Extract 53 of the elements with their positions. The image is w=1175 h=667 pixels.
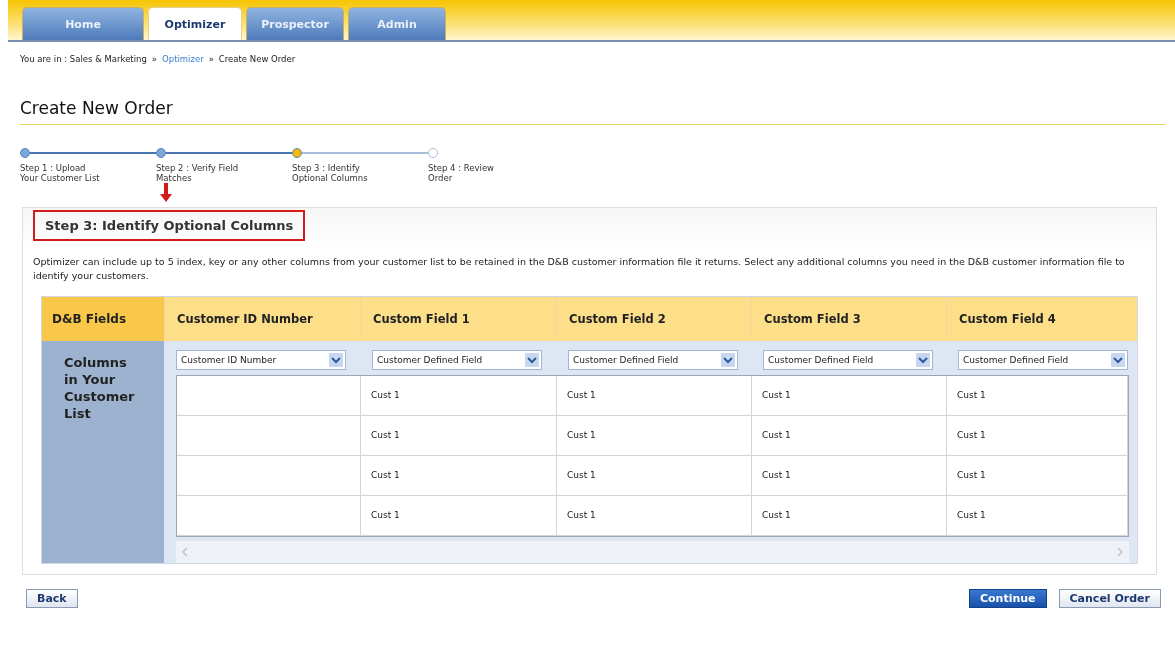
section-description: Optimizer can include up to 5 index, key or any other columns from your customer list to be retained in the D&B customer information file it returns. Select any additional columns you need in the D&B customer information file to identify your customers. <box>33 255 1126 282</box>
horizontal-scrollbar[interactable] <box>176 540 1129 563</box>
column-header: Custom Field 4 <box>946 296 1137 341</box>
scroll-left-icon[interactable] <box>180 545 190 558</box>
column-dropdown[interactable]: Customer Defined Field <box>372 349 542 370</box>
section-title: Step 3: Identify Optional Columns <box>33 210 306 242</box>
table-cell: Cust 1 <box>361 375 557 416</box>
table-cell: Cust 1 <box>947 495 1128 536</box>
step-label: Step 1 : Upload Your Customer List <box>20 163 101 184</box>
caret-icon <box>721 352 735 367</box>
table-cell: Cust 1 <box>752 455 947 496</box>
column-dropdown[interactable]: Customer ID Number <box>176 349 346 370</box>
breadcrumb-text: You are in : Sales & Marketing <box>20 54 147 64</box>
table-cell: Cust 1 <box>947 375 1128 416</box>
scroll-right-icon[interactable] <box>1115 545 1125 558</box>
breadcrumb-separator: » <box>151 54 158 64</box>
page-title: Create New Order <box>20 98 1165 125</box>
column-header: Custom Field 2 <box>556 296 751 341</box>
table-cell: Cust 1 <box>557 495 752 536</box>
table-cell: Cust 1 <box>947 455 1128 496</box>
caret-icon <box>1111 352 1125 367</box>
table-cell: Cust 1 <box>361 495 557 536</box>
column-dropdown[interactable]: Customer Defined Field <box>958 349 1128 370</box>
column-dropdown[interactable]: Customer Defined Field <box>763 349 933 370</box>
step-label: Step 2 : Verify Field Matches <box>156 163 240 184</box>
cancel-order-button[interactable]: Cancel Order <box>1058 588 1161 608</box>
row-group-label: Columns in Your Customer List <box>42 340 164 563</box>
continue-button[interactable]: Continue <box>968 588 1047 608</box>
column-header: Customer ID Number <box>164 296 360 341</box>
column-dropdown[interactable]: Customer Defined Field <box>568 349 738 370</box>
caret-icon <box>329 352 343 367</box>
table-cell: Cust 1 <box>557 415 752 456</box>
back-button[interactable]: Back <box>26 588 78 608</box>
breadcrumb-separator: » <box>208 54 214 64</box>
breadcrumb-link[interactable]: Optimizer <box>162 54 204 64</box>
table-cell: Cust 1 <box>947 415 1128 456</box>
table-cell: Cust 1 <box>752 495 947 536</box>
table-cell: Cust 1 <box>557 455 752 496</box>
table-cell: Cust 1 <box>752 375 947 416</box>
corner-header: D&B Fields <box>42 296 164 341</box>
caret-icon <box>916 352 930 367</box>
table-cell: Cust 1 <box>361 415 557 456</box>
table-cell: Cust 1 <box>557 375 752 416</box>
column-header: Custom Field 3 <box>751 296 946 341</box>
table-cell: Cust 1 <box>752 415 947 456</box>
caret-icon <box>525 352 539 367</box>
step-label: Step 3 : Identify Optional Columns <box>292 163 369 184</box>
column-header: Custom Field 1 <box>360 296 556 341</box>
breadcrumb-current: Create New Order <box>218 54 296 64</box>
down-arrow-icon <box>160 183 172 204</box>
table-cell: Cust 1 <box>361 455 557 496</box>
nav-tab[interactable]: Optimizer <box>148 7 242 40</box>
step-label: Step 4 : Review Order <box>428 163 496 184</box>
